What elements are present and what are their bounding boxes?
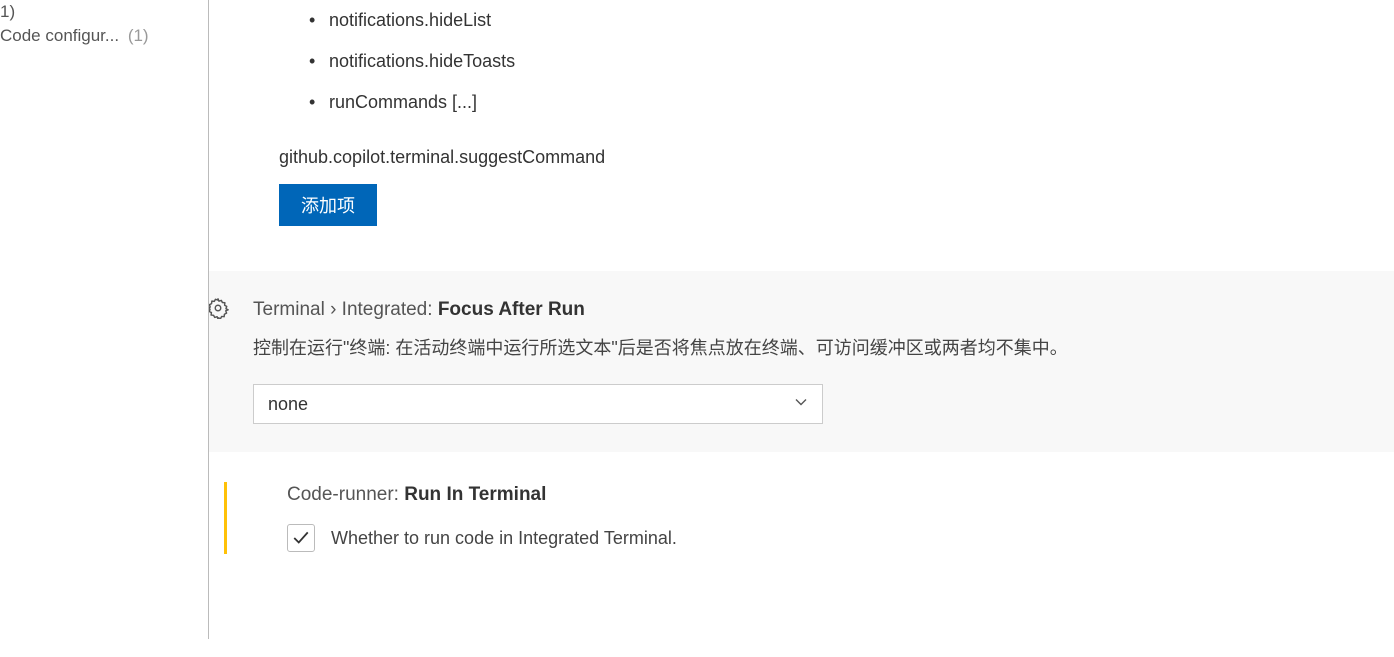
focus-after-run-select[interactable]: none: [253, 384, 823, 424]
sidebar-item-1[interactable]: 1): [0, 0, 208, 24]
setting-name: Focus After Run: [438, 299, 585, 320]
code-runner-section: Code-runner: Run In Terminal Whether to …: [224, 482, 1394, 554]
list-item: notifications.hideToasts: [329, 41, 1394, 82]
command-entry: github.copilot.terminal.suggestCommand: [279, 141, 1394, 174]
checkbox-label: Whether to run code in Integrated Termin…: [331, 528, 677, 549]
setting-description: 控制在运行"终端: 在活动终端中运行所选文本"后是否将焦点放在终端、可访问缓冲区…: [253, 335, 1368, 362]
commands-section: notifications.hideList notifications.hid…: [219, 0, 1394, 226]
setting-category: Terminal › Integrated:: [253, 299, 438, 320]
sidebar-item-label: 1): [0, 2, 15, 21]
sidebar-item-code-configur[interactable]: Code configur... (1): [0, 24, 208, 48]
checkbox-row: Whether to run code in Integrated Termin…: [287, 524, 1394, 552]
setting-category: Code-runner:: [287, 484, 404, 505]
list-item: notifications.hideList: [329, 0, 1394, 41]
setting-title: Code-runner: Run In Terminal: [287, 484, 1394, 506]
focus-after-run-section: Terminal › Integrated: Focus After Run 控…: [209, 271, 1394, 452]
run-in-terminal-checkbox[interactable]: [287, 524, 315, 552]
setting-title: Terminal › Integrated: Focus After Run: [253, 299, 1368, 321]
setting-name: Run In Terminal: [404, 484, 546, 505]
list-item: runCommands [...]: [329, 82, 1394, 123]
sidebar-item-count: (1): [128, 26, 149, 45]
sidebar-item-label: Code configur...: [0, 26, 119, 45]
commands-list: notifications.hideList notifications.hid…: [279, 0, 1394, 123]
settings-main: notifications.hideList notifications.hid…: [209, 0, 1394, 657]
add-item-button[interactable]: 添加项: [279, 184, 377, 226]
select-wrapper: none: [253, 384, 823, 424]
settings-sidebar: 1) Code configur... (1): [0, 0, 209, 639]
gear-icon[interactable]: [209, 297, 229, 319]
